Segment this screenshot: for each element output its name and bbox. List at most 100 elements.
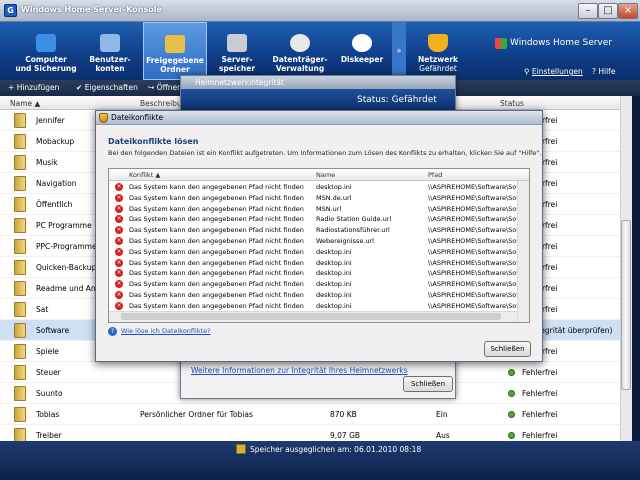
conflict-row[interactable]: × Das System kann den angegebenen Pfad ni… [109, 247, 518, 258]
folder-name: Jennifer [36, 116, 65, 125]
help-link[interactable]: ? Hilfe [592, 67, 615, 76]
dialog-title-bar: Heimnetzwerkintegrität [181, 76, 455, 89]
conflict-help-link[interactable]: Wie löse ich Dateikonflikte? [121, 327, 211, 335]
folder-name: Spiele [36, 347, 59, 356]
minimize-button[interactable]: – [578, 3, 598, 19]
conflict-row[interactable]: × Das System kann den angegebenen Pfad ni… [109, 290, 518, 301]
conflict-close-button[interactable]: Schließen [484, 341, 531, 357]
folder-icon [165, 35, 185, 53]
error-icon: × [115, 204, 123, 213]
plus-icon: + [8, 83, 15, 92]
maximize-button[interactable]: □ [598, 3, 618, 19]
conflict-table-hscroll-thumb[interactable] [121, 313, 501, 320]
nav-computer-backup[interactable]: Computer und Sicherung [14, 22, 78, 80]
conflict-text: Das System kann den angegebenen Pfad nic… [129, 183, 304, 191]
conflict-row[interactable]: × Das System kann den angegebenen Pfad ni… [109, 193, 518, 204]
windows-logo-icon [495, 38, 507, 49]
gear-icon [290, 34, 310, 52]
conflict-row[interactable]: × Das System kann den angegebenen Pfad ni… [109, 301, 518, 312]
nav-server-storage[interactable]: Server- speicher [205, 22, 269, 80]
file-name: desktop.ini [316, 258, 352, 267]
conflict-row[interactable]: × Das System kann den angegebenen Pfad ni… [109, 214, 518, 225]
folder-icon [14, 344, 26, 359]
folder-icon [14, 365, 26, 380]
brand-name: Windows Home Server [510, 38, 612, 48]
file-name: Radiostationsführer.url [316, 226, 390, 235]
column-path[interactable]: Pfad [428, 171, 442, 179]
file-name: desktop.ini [316, 301, 352, 310]
conflict-text: Das System kann den angegebenen Pfad nic… [129, 237, 304, 245]
folder-icon [14, 176, 26, 191]
storage-icon [236, 444, 246, 454]
conflict-table-vscrollbar[interactable] [517, 181, 529, 322]
integrity-info-link[interactable]: Weitere Informationen zur Integrität Ihr… [191, 366, 408, 375]
nav-shared-folders[interactable]: Freigegebene Ordner [143, 22, 207, 80]
folder-icon [14, 134, 26, 149]
file-conflicts-dialog: Dateikonflikte Dateikonflikte lösen Bei … [95, 110, 543, 362]
conflict-row[interactable]: × Das System kann den angegebenen Pfad ni… [109, 268, 518, 279]
shield-icon [99, 113, 108, 123]
folder-name: PC Programme [36, 221, 92, 230]
shield-icon [428, 34, 448, 52]
nav-diskeeper[interactable]: Diskeeper [330, 22, 394, 80]
properties-button[interactable]: ✔ Eigenschaften [76, 83, 138, 92]
file-path: \\ASPIREHOME\Software\Soft [428, 183, 518, 191]
conflict-row[interactable]: × Das System kann den angegebenen Pfad ni… [109, 258, 518, 269]
conflict-row[interactable]: × Das System kann den angegebenen Pfad ni… [109, 236, 518, 247]
folder-size: 870 KB [330, 410, 357, 419]
folder-status: Fehlerfrei [522, 389, 558, 398]
conflict-table-header: Konflikt ▲ Name Pfad [109, 169, 529, 181]
file-name: Webereignisse.url [316, 237, 374, 245]
file-name: desktop.ini [316, 269, 352, 278]
table-row[interactable]: Tobias Persönlicher Ordner für Tobias 870 … [0, 404, 632, 425]
folder-name: Mobackup [36, 137, 75, 146]
file-name: desktop.ini [316, 183, 352, 191]
users-icon [100, 34, 120, 52]
column-file-name[interactable]: Name [316, 171, 335, 179]
conflict-row[interactable]: × Das System kann den angegebenen Pfad ni… [109, 279, 518, 290]
title-bar: G Windows Home Server-Konsole – □ × [0, 0, 640, 22]
folder-name: Öffentlich [36, 200, 73, 209]
duplication-status: Ein [436, 410, 448, 419]
folder-status: Fehlerfrei [522, 368, 558, 377]
conflict-table: Konflikt ▲ Name Pfad × Das System kann de… [108, 168, 530, 323]
file-name: MSN.de.url [316, 193, 352, 202]
status-ok-icon [508, 432, 515, 439]
sort-arrow-icon: ▲ [34, 99, 41, 108]
conflict-row[interactable]: × Das System kann den angegebenen Pfad ni… [109, 182, 518, 193]
file-path: \\ASPIREHOME\Software\Soft [428, 204, 518, 213]
conflict-text: Das System kann den angegebenen Pfad nic… [129, 215, 304, 224]
folder-name: Suunto [36, 389, 63, 398]
column-name[interactable]: Name ▲ [10, 99, 40, 108]
status-ok-icon [508, 369, 515, 376]
conflict-row[interactable]: × Das System kann den angegebenen Pfad ni… [109, 225, 518, 236]
status-ok-icon [508, 411, 515, 418]
file-path: \\ASPIREHOME\Software\Soft [428, 269, 518, 278]
column-status[interactable]: Status [500, 99, 524, 108]
column-conflict[interactable]: Konflikt ▲ [129, 171, 160, 179]
conflict-text: Das System kann den angegebenen Pfad nic… [129, 258, 304, 267]
error-icon: × [115, 269, 123, 278]
close-button[interactable]: × [618, 3, 638, 19]
nav-scroll-button[interactable]: » [392, 22, 406, 80]
file-path: \\ASPIREHOME\Software\Soft [428, 237, 518, 245]
window-title: Windows Home Server-Konsole [21, 5, 162, 14]
list-scrollbar-thumb[interactable] [621, 220, 631, 390]
conflict-row[interactable]: × Das System kann den angegebenen Pfad ni… [109, 204, 518, 215]
folder-name: Tobias [36, 410, 60, 419]
settings-link[interactable]: ⚲ Einstellungen [524, 67, 583, 76]
nav-user-accounts[interactable]: Benutzer- konten [78, 22, 142, 80]
key-icon: ⚲ [524, 67, 530, 76]
add-button[interactable]: + Hinzufügen [8, 83, 59, 92]
nav-disk-management[interactable]: Datenträger- Verwaltung [268, 22, 332, 80]
folder-icon [14, 197, 26, 212]
conflict-text: Das System kann den angegebenen Pfad nic… [129, 291, 304, 299]
help-icon: ? [592, 67, 596, 76]
integrity-close-button[interactable]: Schließen [403, 376, 453, 392]
error-icon: × [115, 237, 123, 245]
file-name: desktop.ini [316, 280, 352, 289]
folder-icon [14, 323, 26, 338]
open-button[interactable]: ↪ Öffnen [148, 83, 182, 92]
error-icon: × [115, 247, 123, 256]
nav-network-status[interactable]: Netzwerk Gefährdet [406, 22, 470, 80]
